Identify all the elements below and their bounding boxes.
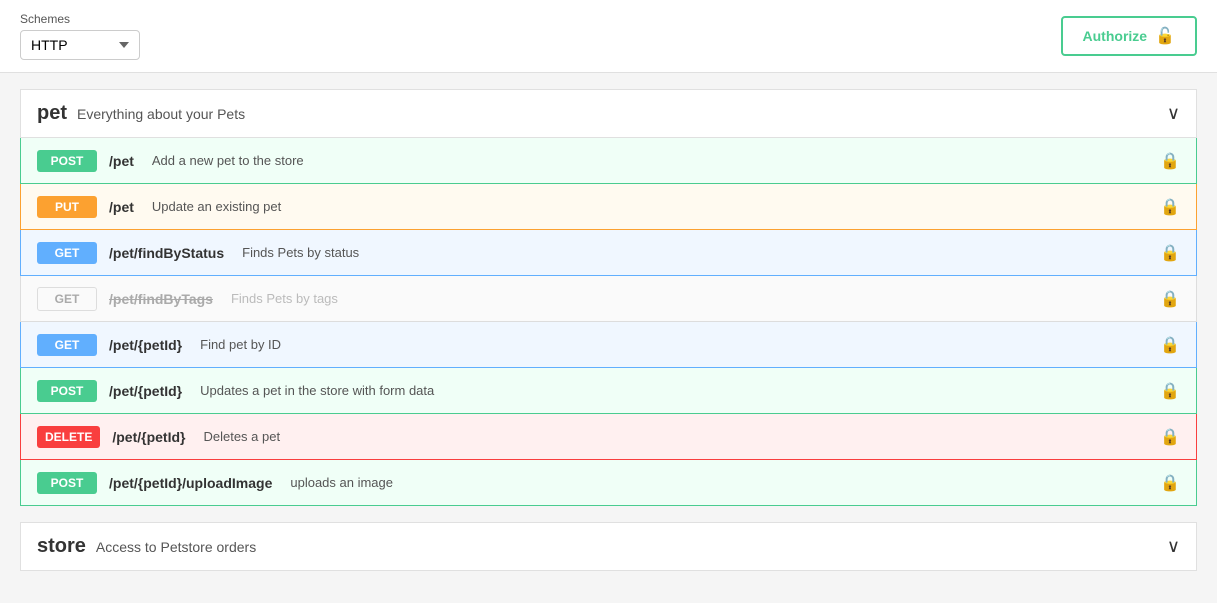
endpoint-summary: Finds Pets by tags — [231, 291, 338, 306]
endpoint-summary: uploads an image — [290, 475, 393, 490]
lock-icon: 🔒 — [1160, 289, 1180, 309]
schemes-label: Schemes — [20, 12, 140, 26]
lock-icon: 🔒 — [1160, 243, 1180, 263]
method-badge: POST — [37, 150, 97, 172]
section-desc-store: Access to Petstore orders — [96, 539, 256, 555]
lock-icon: 🔒 — [1160, 335, 1180, 355]
endpoint-left: DELETE /pet/{petId} Deletes a pet — [37, 426, 1160, 448]
endpoint-path: /pet/{petId}/uploadImage — [109, 475, 272, 491]
endpoint-left: POST /pet Add a new pet to the store — [37, 150, 1160, 172]
method-badge: GET — [37, 334, 97, 356]
endpoint-row-5[interactable]: POST /pet/{petId} Updates a pet in the s… — [20, 368, 1197, 414]
method-badge: POST — [37, 380, 97, 402]
endpoint-summary: Finds Pets by status — [242, 245, 359, 260]
schemes-section: Schemes HTTP HTTPS — [20, 12, 140, 60]
section-header-store[interactable]: store Access to Petstore orders ∨ — [20, 522, 1197, 571]
lock-icon: 🔒 — [1160, 151, 1180, 171]
lock-icon: 🔒 — [1160, 381, 1180, 401]
endpoint-path: /pet — [109, 153, 134, 169]
endpoints-pet: POST /pet Add a new pet to the store 🔒 P… — [20, 138, 1197, 506]
endpoint-left: GET /pet/{petId} Find pet by ID — [37, 334, 1160, 356]
endpoint-summary: Updates a pet in the store with form dat… — [200, 383, 434, 398]
endpoint-summary: Deletes a pet — [203, 429, 280, 444]
method-badge: GET — [37, 242, 97, 264]
endpoint-row-4[interactable]: GET /pet/{petId} Find pet by ID 🔒 — [20, 322, 1197, 368]
lock-icon: 🔒 — [1160, 197, 1180, 217]
chevron-icon-store: ∨ — [1167, 536, 1180, 557]
lock-icon: 🔒 — [1160, 473, 1180, 493]
endpoint-left: PUT /pet Update an existing pet — [37, 196, 1160, 218]
authorize-button[interactable]: Authorize 🔓 — [1061, 16, 1197, 56]
endpoint-row-3[interactable]: GET /pet/findByTags Finds Pets by tags 🔒 — [20, 276, 1197, 322]
section-header-pet[interactable]: pet Everything about your Pets ∨ — [20, 89, 1197, 138]
lock-icon: 🔒 — [1160, 427, 1180, 447]
endpoint-row-7[interactable]: POST /pet/{petId}/uploadImage uploads an… — [20, 460, 1197, 506]
section-pet: pet Everything about your Pets ∨ POST /p… — [20, 89, 1197, 506]
endpoint-left: POST /pet/{petId}/uploadImage uploads an… — [37, 472, 1160, 494]
method-badge: DELETE — [37, 426, 100, 448]
section-header-left: store Access to Petstore orders — [37, 535, 256, 558]
section-tag-pet: pet — [37, 102, 67, 125]
endpoint-summary: Update an existing pet — [152, 199, 281, 214]
section-store: store Access to Petstore orders ∨ — [20, 522, 1197, 571]
endpoint-row-6[interactable]: DELETE /pet/{petId} Deletes a pet 🔒 — [20, 414, 1197, 460]
lock-icon: 🔓 — [1155, 26, 1175, 46]
endpoint-path: /pet/{petId} — [109, 383, 182, 399]
method-badge: GET — [37, 287, 97, 311]
endpoint-left: GET /pet/findByStatus Finds Pets by stat… — [37, 242, 1160, 264]
endpoint-row-2[interactable]: GET /pet/findByStatus Finds Pets by stat… — [20, 230, 1197, 276]
method-badge: PUT — [37, 196, 97, 218]
main-content: pet Everything about your Pets ∨ POST /p… — [0, 73, 1217, 603]
top-bar: Schemes HTTP HTTPS Authorize 🔓 — [0, 0, 1217, 73]
endpoint-path: /pet/findByStatus — [109, 245, 224, 261]
endpoint-path: /pet/{petId} — [112, 429, 185, 445]
endpoint-left: GET /pet/findByTags Finds Pets by tags — [37, 287, 1160, 311]
endpoint-left: POST /pet/{petId} Updates a pet in the s… — [37, 380, 1160, 402]
endpoint-path: /pet/{petId} — [109, 337, 182, 353]
section-header-left: pet Everything about your Pets — [37, 102, 245, 125]
endpoint-row-1[interactable]: PUT /pet Update an existing pet 🔒 — [20, 184, 1197, 230]
schemes-select[interactable]: HTTP HTTPS — [20, 30, 140, 60]
endpoint-path: /pet/findByTags — [109, 291, 213, 307]
endpoint-path: /pet — [109, 199, 134, 215]
section-desc-pet: Everything about your Pets — [77, 106, 245, 122]
authorize-label: Authorize — [1083, 28, 1148, 44]
method-badge: POST — [37, 472, 97, 494]
chevron-icon-pet: ∨ — [1167, 103, 1180, 124]
section-tag-store: store — [37, 535, 86, 558]
endpoint-row-0[interactable]: POST /pet Add a new pet to the store 🔒 — [20, 138, 1197, 184]
endpoint-summary: Add a new pet to the store — [152, 153, 304, 168]
endpoint-summary: Find pet by ID — [200, 337, 281, 352]
